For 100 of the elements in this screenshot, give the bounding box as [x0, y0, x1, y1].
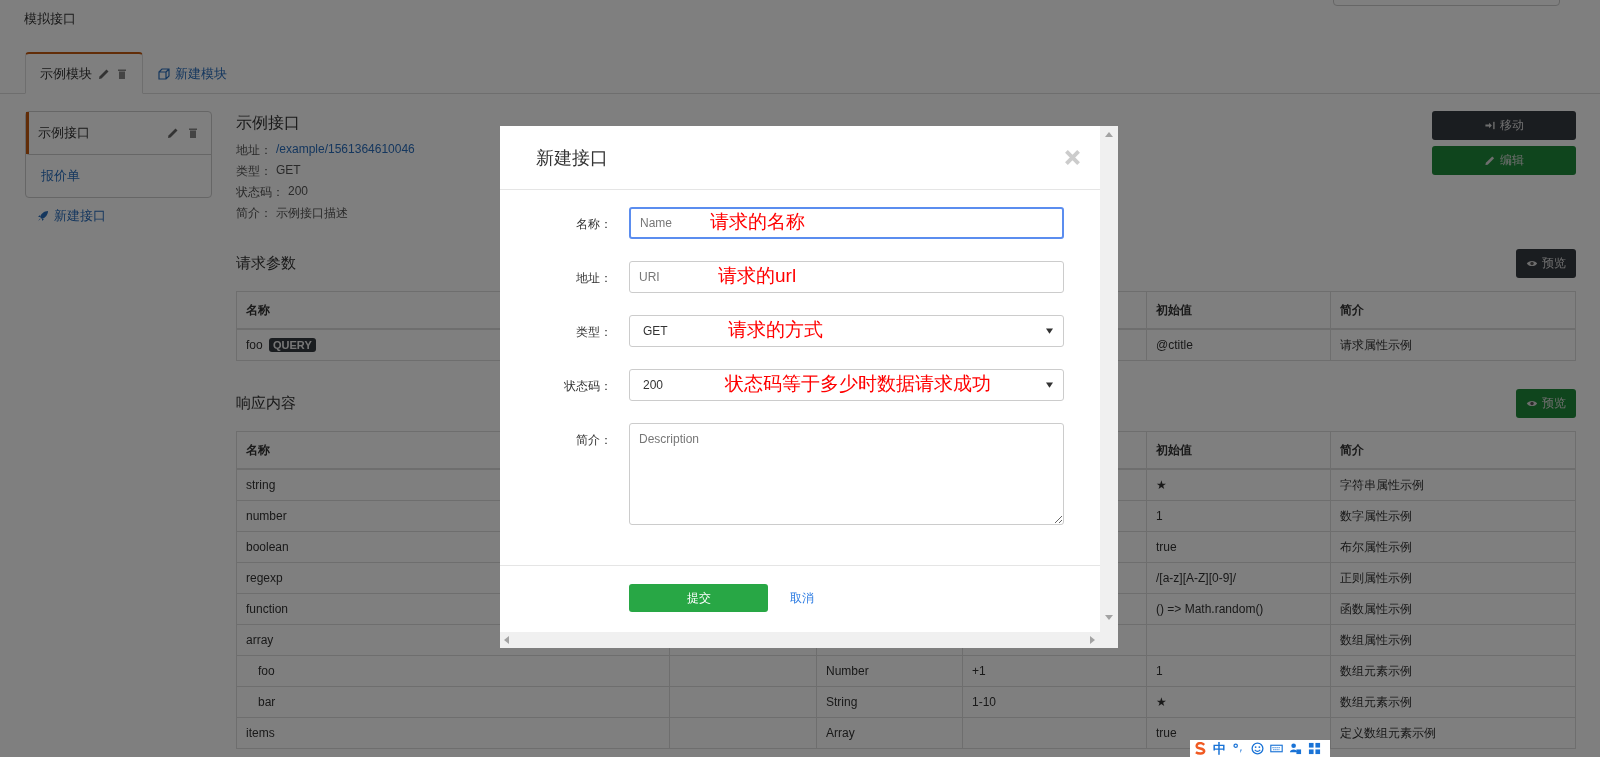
sidebar-item[interactable]: 报价单	[26, 154, 211, 197]
field-label: 状态码：	[563, 378, 612, 395]
table-cell-text: foo	[257, 664, 275, 678]
move-button[interactable]: 移动	[1432, 111, 1576, 140]
item-label[interactable]: 报价单	[41, 167, 80, 185]
field-label: 地址：	[236, 142, 272, 159]
sidebar-item[interactable]: 示例接口	[26, 112, 211, 154]
table-cell: true	[1156, 726, 1177, 740]
horizontal-scrollbar[interactable]	[500, 632, 1118, 648]
item-label[interactable]: 示例接口	[38, 124, 90, 142]
punctuation-icon[interactable]	[1232, 742, 1245, 755]
table-cell: +1	[972, 664, 986, 678]
type-tag: QUERY	[269, 338, 316, 352]
column-header: 简介	[1340, 442, 1364, 457]
preview-button[interactable]: 预览	[1516, 389, 1576, 418]
field-value: 200	[288, 184, 309, 200]
tab-label[interactable]: 示例模块	[40, 64, 92, 83]
field-value: GET	[276, 163, 301, 179]
table-cell: Number	[826, 664, 869, 678]
section-title: 响应内容	[236, 394, 296, 413]
pencil-icon[interactable]	[98, 67, 110, 80]
vertical-scrollbar[interactable]	[1100, 126, 1118, 632]
table-cell: /[a-z][A-Z][0-9]/	[1156, 571, 1236, 585]
keyboard-icon[interactable]	[1270, 742, 1283, 755]
column-header: 名称	[246, 442, 270, 457]
s-logo-icon[interactable]	[1194, 742, 1207, 755]
table-cell: array	[246, 633, 274, 647]
input-mode[interactable]: 中	[1213, 739, 1226, 757]
module-tab[interactable]: 示例模块	[25, 52, 143, 94]
eye-icon	[1526, 398, 1538, 409]
table-cell: items	[246, 726, 275, 740]
annotation-text: 请求的url	[718, 264, 797, 288]
caret-icon	[1046, 382, 1053, 388]
tab-label[interactable]: 新建模块	[175, 64, 227, 83]
table-cell: Array	[826, 726, 855, 740]
preview-button[interactable]: 预览	[1516, 249, 1576, 278]
field-value: 示例接口描述	[276, 205, 348, 222]
table-cell: function	[246, 602, 289, 616]
table-cell: 1-10	[972, 695, 997, 709]
pencil-icon	[1484, 155, 1496, 166]
scroll-down-icon[interactable]	[1105, 615, 1113, 620]
new-module-tab[interactable]: 新建模块	[143, 52, 242, 94]
new-api-link[interactable]: 新建接口	[25, 198, 212, 234]
edit-button[interactable]: 编辑	[1432, 146, 1576, 175]
cube-icon[interactable]	[158, 67, 170, 80]
rocket-icon[interactable]	[37, 210, 49, 222]
field-label: 类型：	[236, 163, 272, 180]
table-cell: String	[826, 695, 858, 709]
table-cell: 数组元素示例	[1340, 663, 1412, 678]
field-label: 简介：	[575, 432, 612, 449]
table-cell-text: bar	[257, 695, 276, 709]
field-label: 简介：	[236, 205, 272, 222]
table-cell: () => Math.random()	[1156, 602, 1264, 616]
field-label: 名称：	[575, 216, 612, 233]
link-label[interactable]: 新建接口	[54, 207, 106, 225]
dialog-title: 新建接口	[536, 146, 608, 170]
table-cell: 数组元素示例	[1340, 694, 1412, 709]
section-title: 请求参数	[236, 254, 296, 273]
table-cell: 定义数组元素示例	[1340, 725, 1436, 740]
api-url-link[interactable]: /example/1561364610046	[276, 142, 415, 159]
trash-icon[interactable]	[116, 67, 128, 80]
table-cell: 正则属性示例	[1340, 570, 1412, 585]
grid-icon[interactable]	[1308, 742, 1321, 755]
table-cell: number	[246, 509, 287, 523]
scroll-up-icon[interactable]	[1105, 132, 1113, 137]
table-cell: 数组属性示例	[1340, 632, 1412, 647]
move-icon	[1484, 120, 1496, 131]
cancel-link[interactable]: 取消	[790, 589, 814, 607]
field-label: 状态码：	[236, 184, 284, 201]
annotation-text: 请求的名称	[710, 210, 805, 234]
table-cell: @ctitle	[1156, 338, 1193, 352]
table-cell: 函数属性示例	[1340, 601, 1412, 616]
table-cell: regexp	[246, 571, 283, 585]
column-header: 初始值	[1156, 442, 1192, 457]
table-cell: ★	[1156, 478, 1167, 492]
smiley-icon[interactable]	[1251, 742, 1264, 755]
annotation-text: 请求的方式	[728, 318, 823, 342]
api-title: 示例接口	[236, 113, 301, 133]
table-cell: 布尔属性示例	[1340, 539, 1412, 554]
table-cell: 1	[1156, 509, 1163, 523]
field-label: 类型：	[575, 324, 612, 341]
scroll-right-icon[interactable]	[1090, 636, 1095, 644]
table-cell: 数字属性示例	[1340, 508, 1412, 523]
annotation-text: 状态码等于多少时数据请求成功	[725, 372, 991, 396]
pencil-icon[interactable]	[167, 127, 179, 139]
table-cell: 字符串属性示例	[1340, 477, 1424, 492]
description-field[interactable]: Description	[629, 423, 1064, 525]
column-header: 简介	[1340, 302, 1364, 317]
eye-icon	[1526, 258, 1538, 269]
column-header: 初始值	[1156, 302, 1192, 317]
user-icon[interactable]	[1289, 742, 1302, 755]
table-cell: true	[1156, 540, 1177, 554]
trash-icon[interactable]	[187, 127, 199, 139]
app-title: 模拟接口	[24, 10, 76, 28]
caret-icon	[1046, 328, 1053, 334]
scroll-left-icon[interactable]	[504, 636, 509, 644]
column-header: 名称	[246, 302, 270, 317]
submit-button[interactable]: 提交	[629, 584, 768, 612]
table-cell: boolean	[246, 540, 289, 554]
table-cell: ★	[1156, 695, 1167, 709]
